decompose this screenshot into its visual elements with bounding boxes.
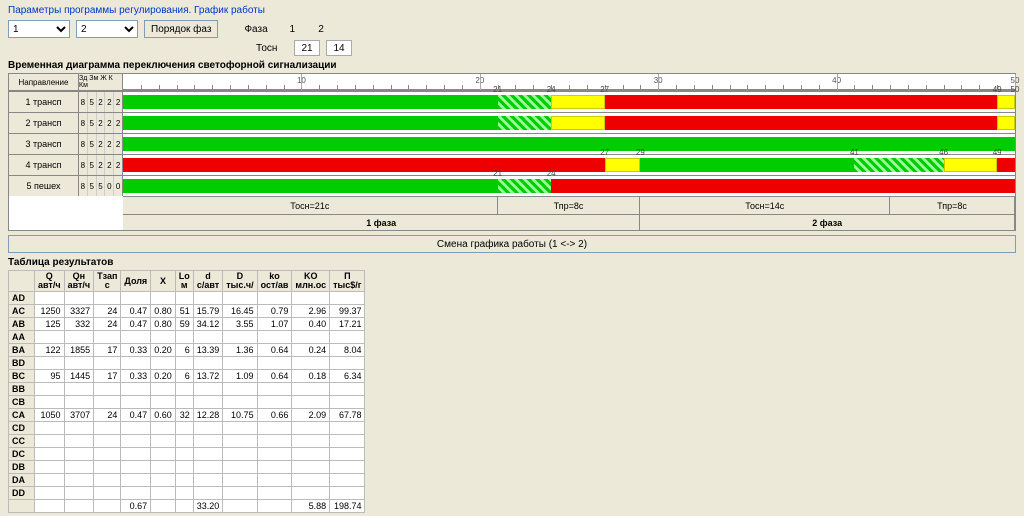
table-row: CD xyxy=(9,422,365,435)
table-row: DC xyxy=(9,448,365,461)
phase-col-2: 2 xyxy=(308,24,334,35)
bar-track xyxy=(123,134,1015,154)
direction-label: 3 трансп xyxy=(9,134,79,154)
swap-schedule-button[interactable]: Смена графика работы (1 <-> 2) xyxy=(8,235,1016,253)
table-row: BB xyxy=(9,383,365,396)
direction-label: 5 пешех xyxy=(9,176,79,196)
col-direction: Направление xyxy=(9,74,79,90)
bar-track: 2729414649 xyxy=(123,155,1015,175)
direction-label: 1 трансп xyxy=(9,92,79,112)
diagram-title: Временная диаграмма переключения светофо… xyxy=(8,60,1016,71)
table-row: DB xyxy=(9,461,365,474)
table-row: CA10503707240.470.603212.2810.750.662.09… xyxy=(9,409,365,422)
phase-label: Фаза xyxy=(244,24,276,35)
table-totals: 0.6733.205.88198.74 xyxy=(9,500,365,513)
table-row: AC12503327240.470.805115.7916.450.792.96… xyxy=(9,305,365,318)
direction-label: 2 трансп xyxy=(9,113,79,133)
table-row: CB xyxy=(9,396,365,409)
table-row: BC951445170.330.20613.721.090.640.186.34 xyxy=(9,370,365,383)
results-title: Таблица результатов xyxy=(8,257,1016,268)
table-row: DA xyxy=(9,474,365,487)
order-phases-button[interactable]: Порядок фаз xyxy=(144,20,218,38)
timing-diagram: Направление Зд Зм Ж К Км 1020304050 1 тр… xyxy=(8,73,1016,231)
bar-track: 2124 xyxy=(123,176,1015,196)
results-table: Qавт/чQнавт/чТзапсДоляXLoмdс/автDтыс.ч/k… xyxy=(8,270,365,513)
col-params: Зд Зм Ж К Км xyxy=(79,74,123,90)
table-row: AD xyxy=(9,292,365,305)
bar-track: 2124274950 xyxy=(123,92,1015,112)
tosn-value-2[interactable]: 14 xyxy=(326,40,352,56)
phase-select-a[interactable]: 1 xyxy=(8,20,70,38)
direction-label: 4 трансп xyxy=(9,155,79,175)
phase-col-1: 1 xyxy=(279,24,305,35)
page-title: Параметры программы регулирования. Графи… xyxy=(8,3,1016,20)
table-row: DD xyxy=(9,487,365,500)
phase-select-b[interactable]: 2 xyxy=(76,20,138,38)
table-row: AA xyxy=(9,331,365,344)
tosn-value-1[interactable]: 21 xyxy=(294,40,320,56)
table-row: CC xyxy=(9,435,365,448)
table-row: BA1221855170.330.20613.391.360.640.248.0… xyxy=(9,344,365,357)
bar-track xyxy=(123,113,1015,133)
tosn-label: Тосн xyxy=(256,43,288,54)
table-row: AB125332240.470.805934.123.551.070.4017.… xyxy=(9,318,365,331)
table-row: BD xyxy=(9,357,365,370)
